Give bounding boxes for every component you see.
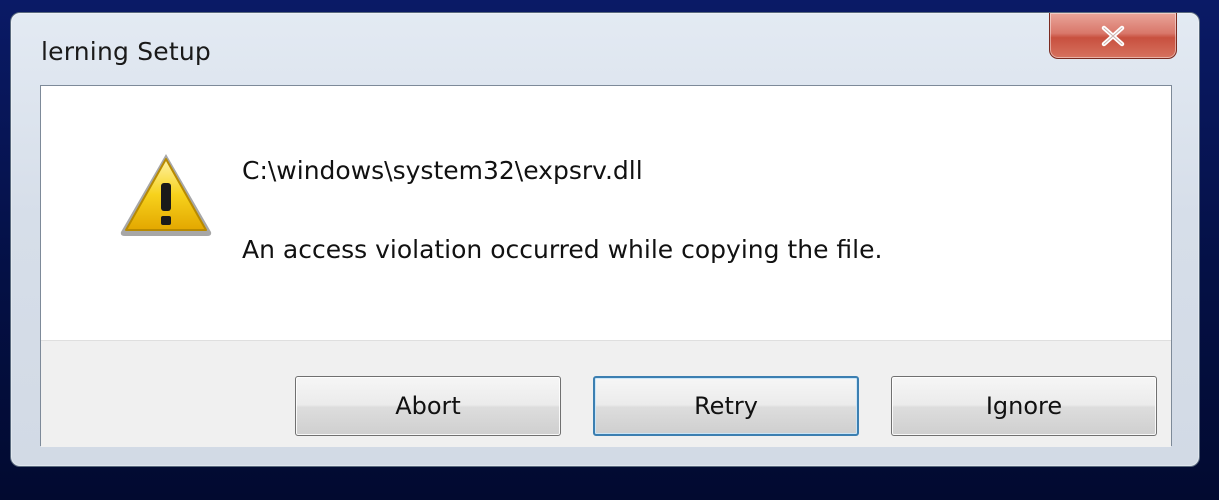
button-bar: Abort Retry Ignore <box>41 340 1171 447</box>
close-x-icon <box>1101 25 1125 46</box>
warning-icon <box>120 154 212 236</box>
retry-button[interactable]: Retry <box>593 376 859 436</box>
title-bar[interactable]: lerning Setup <box>11 13 1199 81</box>
dialog-client-area: C:\windows\system32\expsrv.dll An access… <box>40 85 1172 447</box>
dialog-title: lerning Setup <box>41 37 211 66</box>
ignore-button[interactable]: Ignore <box>891 376 1157 436</box>
message-area: C:\windows\system32\expsrv.dll An access… <box>41 86 1171 340</box>
setup-dialog: lerning Setup C:\windows\system32\expsrv… <box>10 12 1200 467</box>
abort-button[interactable]: Abort <box>295 376 561 436</box>
error-file-path: C:\windows\system32\expsrv.dll <box>242 156 643 185</box>
close-button[interactable] <box>1049 13 1177 59</box>
error-message: An access violation occurred while copyi… <box>242 235 883 264</box>
